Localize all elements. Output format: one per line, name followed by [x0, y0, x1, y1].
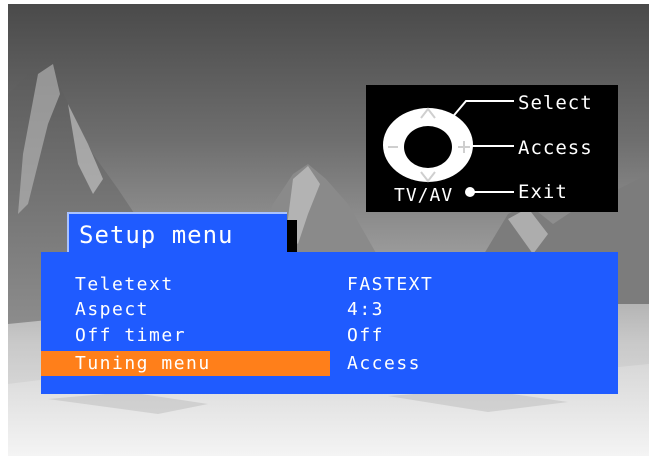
access-hint-label: Access: [518, 137, 593, 159]
menu-item-value: Off: [347, 325, 385, 346]
menu-item-aspect[interactable]: Aspect 4:3: [41, 297, 618, 322]
remote-help-panel: Select Access Exit TV/AV: [366, 85, 618, 212]
menu-item-tuning-menu[interactable]: Tuning menu Access: [41, 351, 618, 376]
select-hint-label: Select: [518, 92, 593, 114]
setup-menu-panel: Teletext FASTEXT Aspect 4:3 Off timer Of…: [41, 252, 618, 394]
menu-item-label: Teletext: [75, 274, 174, 295]
menu-item-value: FASTEXT: [347, 274, 434, 295]
exit-hint-label: Exit: [518, 181, 568, 203]
menu-item-label: Tuning menu: [75, 353, 211, 374]
menu-item-teletext[interactable]: Teletext FASTEXT: [41, 272, 618, 297]
menu-item-off-timer[interactable]: Off timer Off: [41, 323, 618, 348]
menu-title-bar: Setup menu: [67, 212, 287, 254]
tvav-button-label: TV/AV: [394, 185, 454, 206]
tv-screen: Select Access Exit TV/AV Setup menu Tele…: [8, 4, 649, 456]
menu-title: Setup menu: [79, 221, 234, 249]
menu-item-value: 4:3: [347, 299, 385, 320]
menu-item-label: Off timer: [75, 325, 187, 346]
menu-item-value: Access: [347, 353, 422, 374]
menu-item-label: Aspect: [75, 299, 150, 320]
